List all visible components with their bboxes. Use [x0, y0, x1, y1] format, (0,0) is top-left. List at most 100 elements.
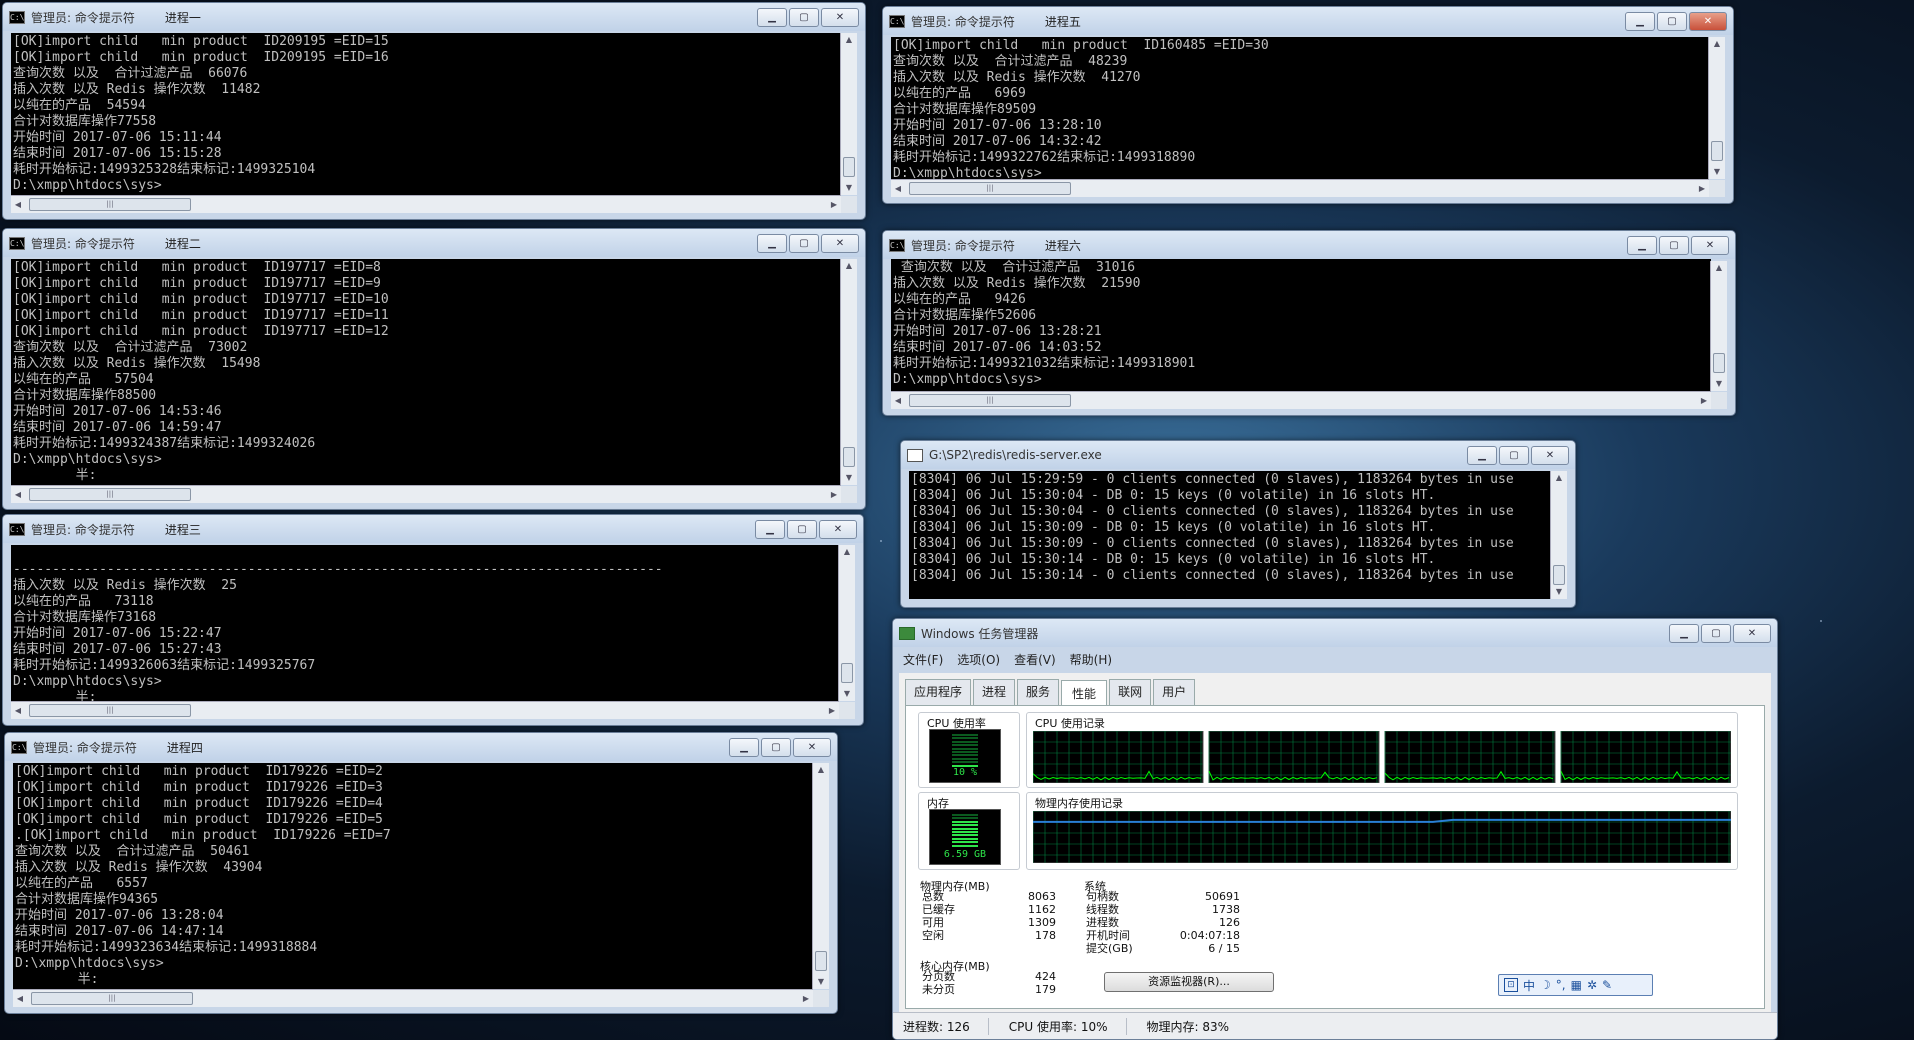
resource-monitor-button[interactable]: 资源监视器(R)... — [1104, 972, 1274, 992]
tab-processes[interactable]: 进程 — [973, 679, 1016, 705]
close-button[interactable]: ✕ — [819, 519, 857, 539]
console-line: 合计对数据库操作94365 — [15, 892, 159, 907]
title-bar[interactable]: C:\ 管理员: 命令提示符 进程二 ▁ ▢ ✕ — [3, 229, 865, 257]
menu-help[interactable]: 帮助(H) — [1070, 651, 1112, 668]
minimize-button[interactable]: ▁ — [1669, 623, 1699, 643]
tab-networking[interactable]: 联网 — [1109, 679, 1152, 705]
keyboard-icon[interactable]: ▦ — [1571, 978, 1582, 992]
close-button[interactable]: ✕ — [821, 7, 859, 27]
console-window-6[interactable]: C:\ 管理员: 命令提示符 进程六 ▁ ▢ ✕ 查询次数 以及 合计过滤产品 31… — [882, 230, 1736, 416]
maximize-button[interactable]: ▢ — [1701, 623, 1731, 643]
console-window-1[interactable]: C:\ 管理员: 命令提示符 进程一 ▁ ▢ ✕ [OK]import child … — [2, 2, 866, 220]
cmd-icon: C:\ — [9, 522, 25, 536]
console-window-2[interactable]: C:\ 管理员: 命令提示符 进程二 ▁ ▢ ✕ [OK]import child … — [2, 228, 866, 510]
menu-file[interactable]: 文件(F) — [903, 651, 943, 668]
title-bar[interactable]: C:\ 管理员: 命令提示符 进程一 ▁ ▢ ✕ — [3, 3, 865, 31]
title-bar[interactable]: C:\ 管理员: 命令提示符 进程四 ▁ ▢ ✕ — [5, 733, 837, 761]
minimize-button[interactable]: ▁ — [757, 7, 787, 27]
status-physical-memory: 物理内存: 83% — [1146, 1019, 1230, 1034]
console-output[interactable]: [OK]import child min product ID160485 =E… — [891, 37, 1709, 179]
horizontal-scrollbar[interactable]: ◀ ||| ▶ — [11, 485, 841, 503]
console-output[interactable]: [8304] 06 Jul 15:29:59 - 0 clients conne… — [909, 471, 1551, 599]
physical-row: 可用 1309 — [922, 916, 1056, 929]
title-bar[interactable]: C:\ 管理员: 命令提示符 进程六 ▁ ▢ ✕ — [883, 231, 1735, 259]
redis-server-window[interactable]: G:\SP2\redis\redis-server.exe ▁ ▢ ✕ [8304]… — [900, 440, 1576, 608]
minimize-button[interactable]: ▁ — [1467, 445, 1497, 465]
horizontal-scrollbar[interactable]: ◀ ||| ▶ — [11, 195, 841, 213]
horizontal-scrollbar[interactable]: ◀ ||| ▶ — [891, 179, 1709, 197]
tab-performance[interactable]: 性能 — [1061, 680, 1108, 706]
menu-options[interactable]: 选项(O) — [957, 651, 1000, 668]
close-button[interactable]: ✕ — [1689, 11, 1727, 31]
maximize-button[interactable]: ▢ — [787, 519, 817, 539]
vertical-scrollbar[interactable]: ▲ ▼ — [812, 763, 829, 989]
kernel-row: 分页数 424 — [922, 970, 1056, 983]
maximize-button[interactable]: ▢ — [789, 233, 819, 253]
process-label: 进程二 — [164, 236, 201, 251]
close-button[interactable]: ✕ — [1531, 445, 1569, 465]
minimize-button[interactable]: ▁ — [1625, 11, 1655, 31]
ime-mode-icon[interactable]: ⊡ — [1504, 978, 1518, 992]
console-line: 查询次数 以及 合计过滤产品 48239 — [893, 54, 1128, 69]
console-line: 插入次数 以及 Redis 操作次数 43904 — [15, 860, 263, 875]
title-bar[interactable]: C:\ 管理员: 命令提示符 进程五 ▁ ▢ ✕ — [883, 7, 1733, 35]
task-manager-icon — [899, 626, 915, 640]
console-window-3[interactable]: C:\ 管理员: 命令提示符 进程三 ▁ ▢ ✕ -----------------… — [2, 514, 864, 726]
maximize-button[interactable]: ▢ — [789, 7, 819, 27]
tab-services[interactable]: 服务 — [1017, 679, 1060, 705]
memory-history-graph — [1033, 811, 1731, 863]
console-window-5[interactable]: C:\ 管理员: 命令提示符 进程五 ▁ ▢ ✕ [OK]import child … — [882, 6, 1734, 204]
maximize-button[interactable]: ▢ — [1659, 235, 1689, 255]
meter-segment — [952, 814, 978, 816]
horizontal-scrollbar[interactable]: ◀ ||| ▶ — [11, 701, 839, 719]
console-output[interactable]: 查询次数 以及 合计过滤产品 31016 插入次数 以及 Redis 操作次数 2… — [891, 259, 1711, 391]
vertical-scrollbar[interactable]: ▲ ▼ — [840, 259, 857, 485]
memory-history-group: 物理内存使用记录 — [1026, 792, 1738, 870]
title-bar[interactable]: Windows 任务管理器 ▁ ▢ ✕ — [893, 619, 1777, 647]
console-line: 合计对数据库操作73168 — [13, 610, 157, 625]
ime-language-label[interactable]: 中 — [1523, 977, 1535, 994]
console-line: 结束时间 2017-07-06 15:27:43 — [13, 642, 222, 657]
vertical-scrollbar[interactable]: ▲ ▼ — [1710, 261, 1727, 391]
close-button[interactable]: ✕ — [821, 233, 859, 253]
tab-applications[interactable]: 应用程序 — [905, 679, 972, 705]
wrench-icon[interactable]: ✎ — [1602, 978, 1612, 992]
ime-toolbar[interactable]: ⊡ 中 ☽ °, ▦ ✲ ✎ — [1498, 974, 1653, 996]
maximize-button[interactable]: ▢ — [1499, 445, 1529, 465]
title-bar[interactable]: G:\SP2\redis\redis-server.exe ▁ ▢ ✕ — [901, 441, 1575, 469]
vertical-scrollbar[interactable]: ▲ ▼ — [840, 33, 857, 195]
vertical-scrollbar[interactable]: ▲ ▼ — [1550, 471, 1567, 599]
meter-segment — [952, 750, 978, 753]
close-button[interactable]: ✕ — [1691, 235, 1729, 255]
console-line: 结束时间 2017-07-06 14:59:47 — [13, 420, 222, 435]
close-button[interactable]: ✕ — [1733, 623, 1771, 643]
maximize-button[interactable]: ▢ — [761, 737, 791, 757]
menu-view[interactable]: 查看(V) — [1014, 651, 1056, 668]
vertical-scrollbar[interactable]: ▲ ▼ — [1708, 37, 1725, 179]
punctuation-icon[interactable]: °, — [1556, 978, 1566, 992]
settings-icon[interactable]: ✲ — [1587, 978, 1597, 992]
minimize-button[interactable]: ▁ — [729, 737, 759, 757]
minimize-button[interactable]: ▁ — [1627, 235, 1657, 255]
tab-users[interactable]: 用户 — [1153, 679, 1196, 705]
console-output[interactable]: [OK]import child min product ID209195 =E… — [11, 33, 841, 195]
console-output[interactable]: [OK]import child min product ID179226 =E… — [13, 763, 813, 989]
vertical-scrollbar[interactable]: ▲ ▼ — [838, 545, 855, 701]
close-button[interactable]: ✕ — [793, 737, 831, 757]
window-title: 管理员: 命令提示符 — [31, 10, 135, 25]
console-line: 合计对数据库操作88500 — [13, 388, 157, 403]
console-output[interactable]: ----------------------------------------… — [11, 545, 839, 701]
status-bar: 进程数: 126 CPU 使用率: 10% 物理内存: 83% — [893, 1012, 1777, 1039]
horizontal-scrollbar[interactable]: ◀ ||| ▶ — [891, 391, 1711, 409]
console-output[interactable]: [OK]import child min product ID197717 =E… — [11, 259, 841, 485]
window-title: Windows 任务管理器 — [921, 626, 1039, 641]
maximize-button[interactable]: ▢ — [1657, 11, 1687, 31]
title-bar[interactable]: C:\ 管理员: 命令提示符 进程三 ▁ ▢ ✕ — [3, 515, 863, 543]
stat-value: 1309 — [1028, 916, 1056, 929]
minimize-button[interactable]: ▁ — [755, 519, 785, 539]
console-window-4[interactable]: C:\ 管理员: 命令提示符 进程四 ▁ ▢ ✕ [OK]import child … — [4, 732, 838, 1014]
minimize-button[interactable]: ▁ — [757, 233, 787, 253]
horizontal-scrollbar[interactable]: ◀ ||| ▶ — [13, 989, 813, 1007]
moon-icon[interactable]: ☽ — [1540, 978, 1551, 992]
memory-history-label: 物理内存使用记录 — [1033, 795, 1125, 811]
